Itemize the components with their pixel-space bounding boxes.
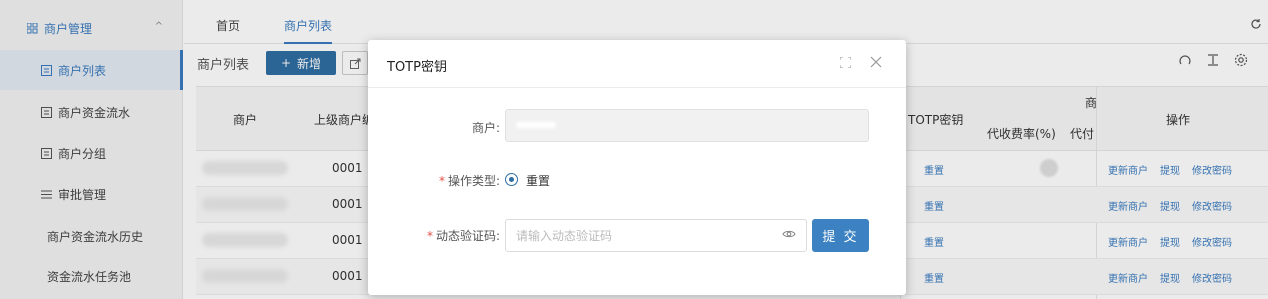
operation-type-label: * 操作类型: [438, 174, 500, 188]
reset-radio[interactable] [505, 173, 518, 186]
totp-dialog: TOTP密钥 商户: *操作类型: 重置 *动态验证码: 提 交 [368, 40, 906, 295]
reset-radio-label[interactable]: 重置 [526, 172, 550, 189]
dynamic-code-label: * 动态验证码: [426, 229, 500, 243]
dialog-title: TOTP密钥 [387, 60, 447, 75]
close-icon[interactable] [870, 53, 882, 72]
merchant-label: 商户: [471, 121, 500, 135]
dialog-header: TOTP密钥 [368, 40, 906, 88]
merchant-field [505, 109, 869, 142]
dynamic-code-input[interactable] [505, 219, 807, 252]
eye-icon[interactable] [782, 227, 798, 243]
merchant-value-redacted [516, 122, 556, 128]
submit-button[interactable]: 提 交 [812, 219, 869, 252]
fullscreen-icon[interactable] [839, 56, 852, 71]
